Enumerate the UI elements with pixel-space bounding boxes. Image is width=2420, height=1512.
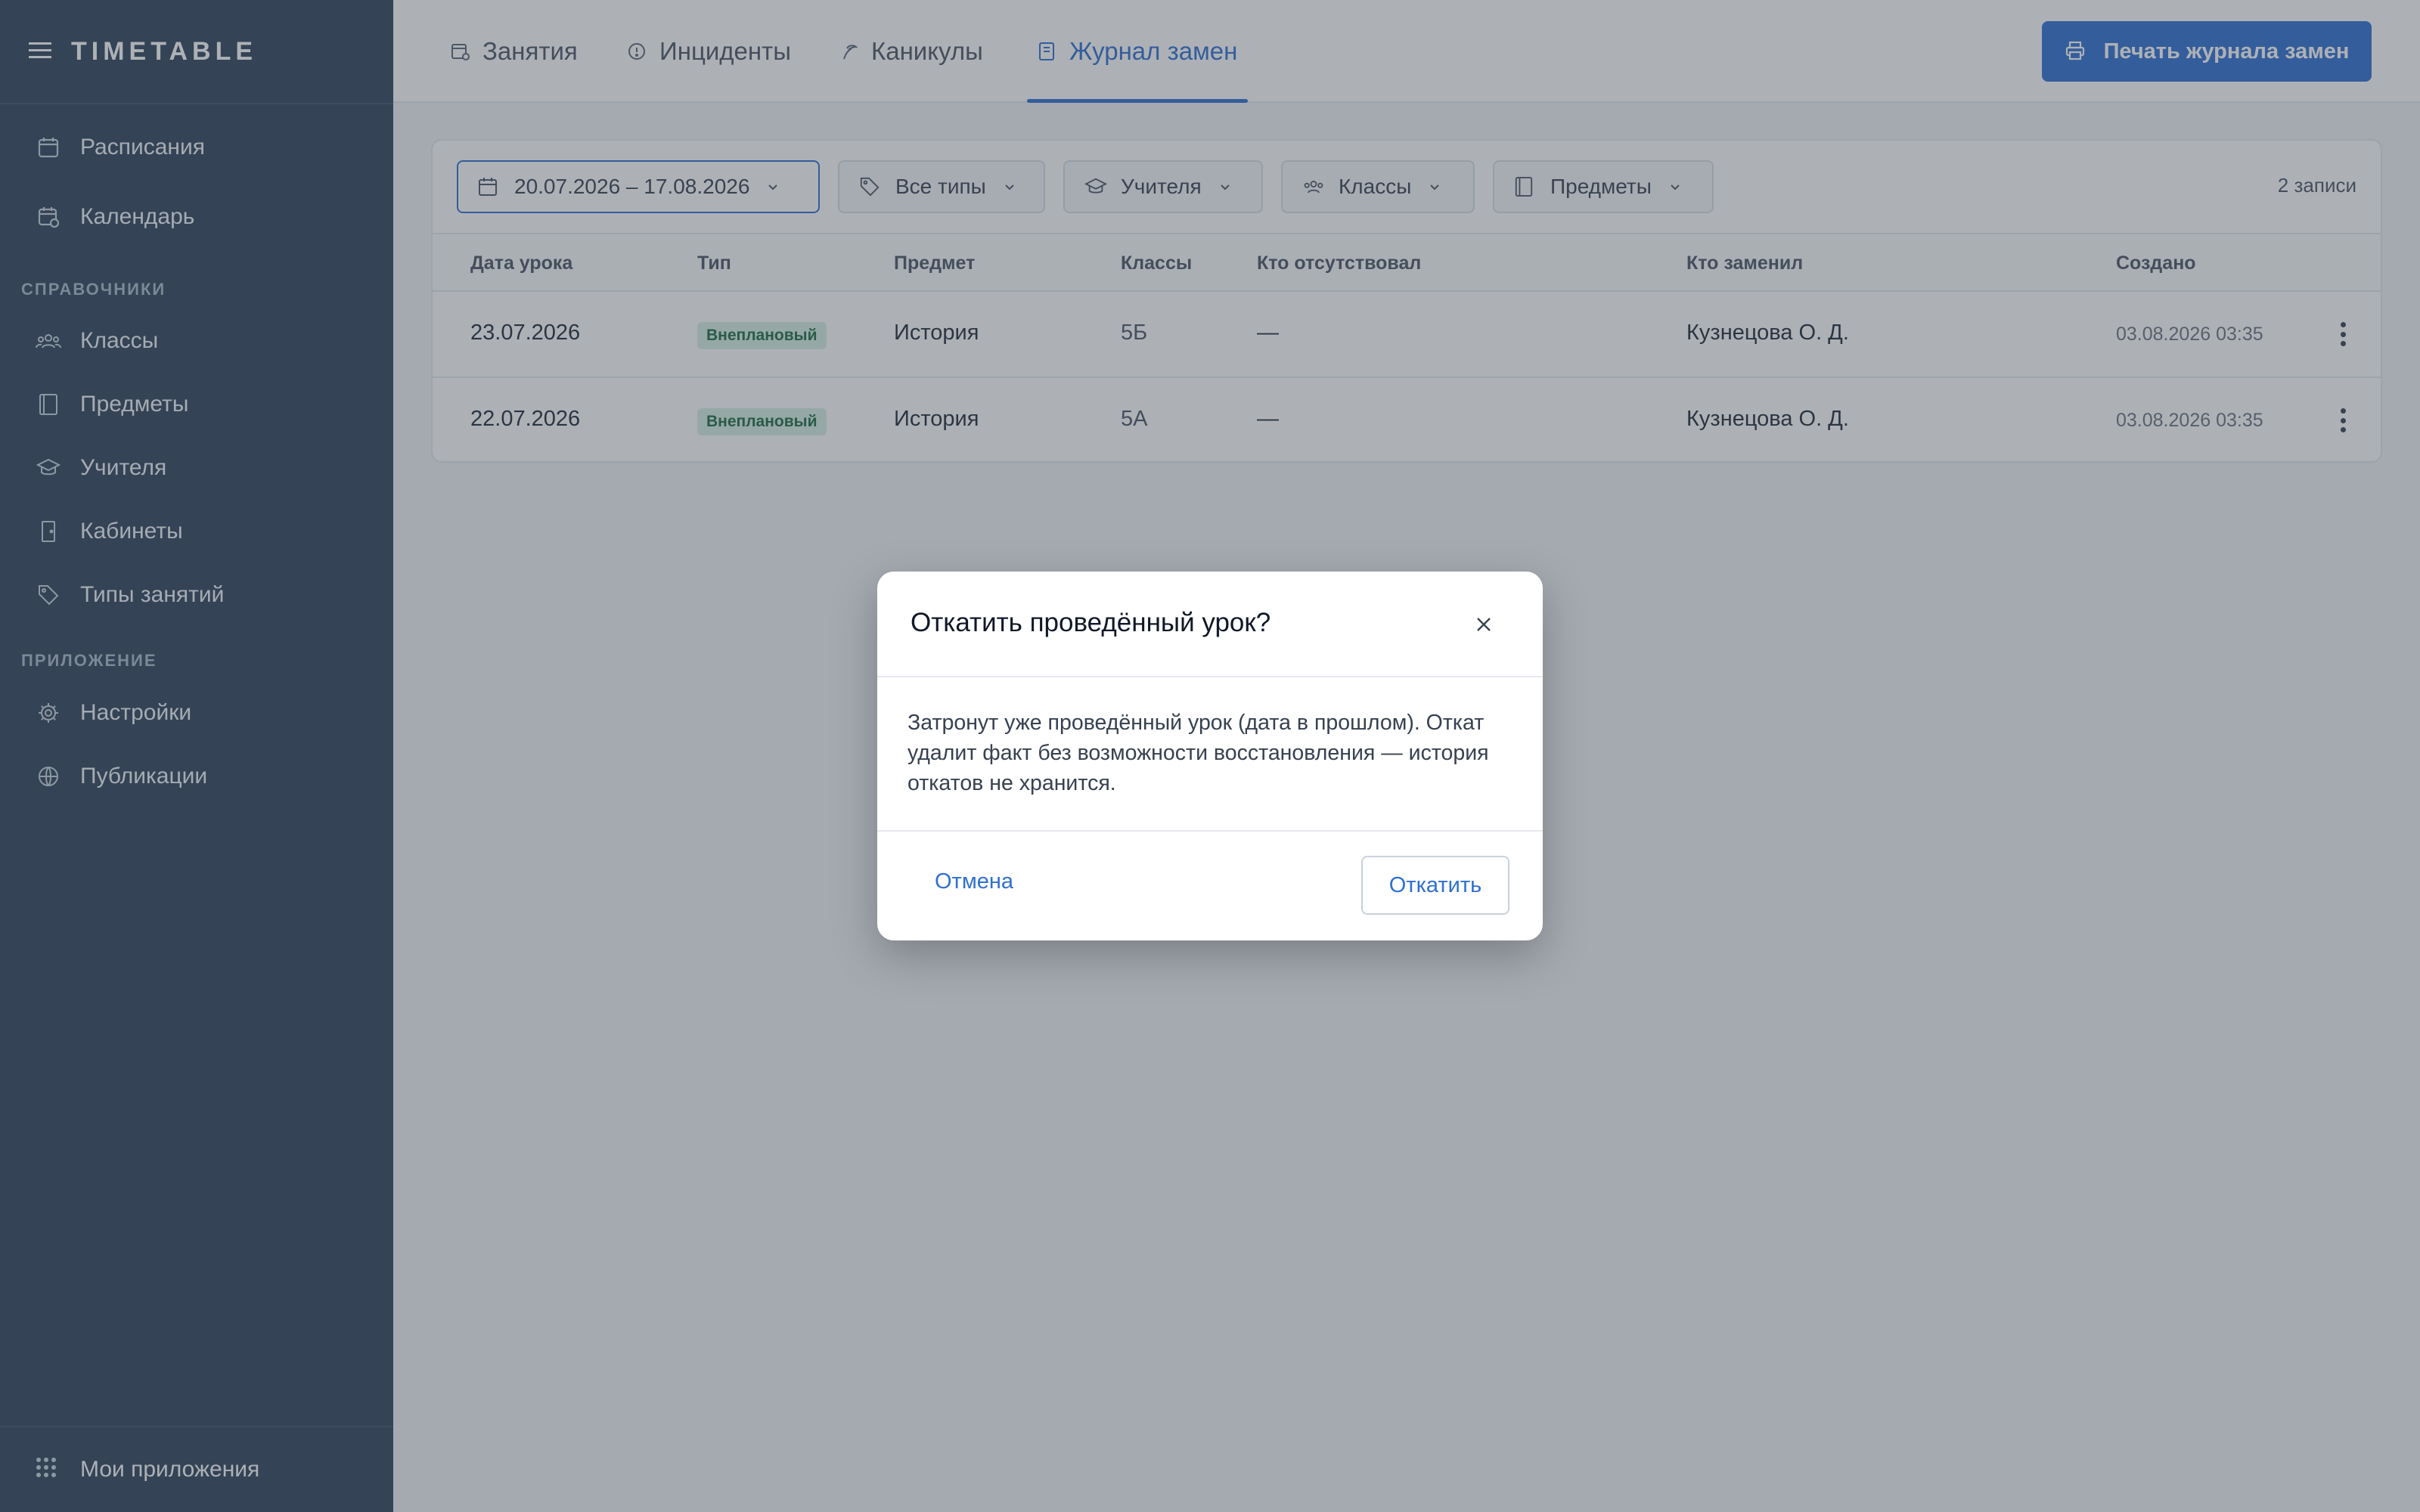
dialog-header: Откатить проведённый урок? [877,572,1543,677]
rollback-button[interactable]: Откатить [1361,856,1509,915]
dialog-message: Затронут уже проведённый урок (дата в пр… [908,711,1489,795]
dialog-footer: Отмена Откатить [877,830,1543,940]
rollback-dialog: Откатить проведённый урок? Затронут уже … [877,572,1543,940]
dialog-title: Откатить проведённый урок? [911,608,1271,637]
cancel-button[interactable]: Отмена [935,869,1013,894]
close-icon[interactable] [1470,611,1497,638]
